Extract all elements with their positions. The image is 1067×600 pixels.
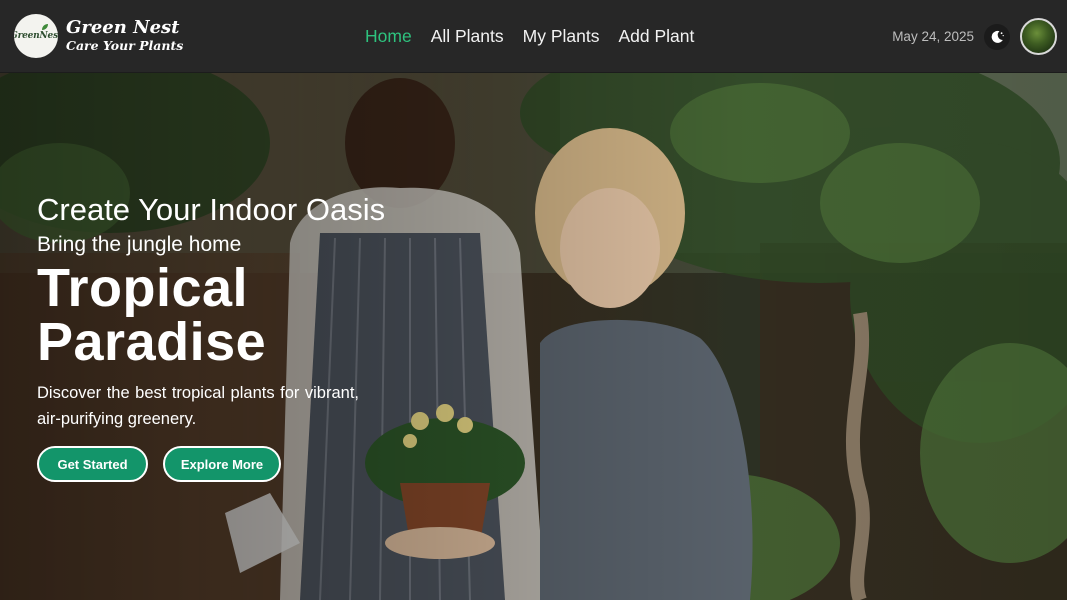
theme-toggle-button[interactable] (984, 23, 1010, 50)
hero-subtitle: Bring the jungle home (37, 233, 242, 257)
get-started-button[interactable]: Get Started (37, 446, 148, 483)
brand-tagline: Care Your Plants (66, 38, 184, 54)
nav-link-home[interactable]: Home (365, 26, 412, 47)
nav-link-my-plants[interactable]: My Plants (523, 26, 600, 47)
explore-more-button[interactable]: Explore More (163, 446, 281, 483)
current-date: May 24, 2025 (892, 29, 974, 44)
hero-banner: Create Your Indoor Oasis Bring the jungl… (0, 73, 1067, 600)
brand-text: Green Nest Care Your Plants (66, 18, 183, 53)
nav-link-add-plant[interactable]: Add Plant (618, 26, 694, 47)
nav-links: Home All Plants My Plants Add Plant (365, 0, 713, 73)
hero-heading: Tropical Paradise (37, 258, 267, 373)
hero-title: Create Your Indoor Oasis (37, 192, 386, 227)
brand[interactable]: GreenNest Green Nest Care Your Plants (14, 14, 183, 58)
nav-link-all-plants[interactable]: All Plants (431, 26, 504, 47)
leaf-icon (42, 24, 48, 30)
hero-buttons: Get Started Explore More (37, 446, 367, 483)
logo-text: GreenNest (14, 31, 58, 41)
moon-icon (991, 30, 1004, 43)
user-avatar[interactable] (1020, 18, 1057, 55)
nav-right: May 24, 2025 (892, 0, 1057, 73)
navbar: GreenNest Green Nest Care Your Plants Ho… (0, 0, 1067, 73)
hero-content: Create Your Indoor Oasis Bring the jungl… (37, 192, 386, 483)
brand-name: Green Nest (66, 17, 180, 39)
hero-description: Discover the best tropical plants for vi… (37, 384, 359, 428)
logo[interactable]: GreenNest (14, 14, 58, 58)
